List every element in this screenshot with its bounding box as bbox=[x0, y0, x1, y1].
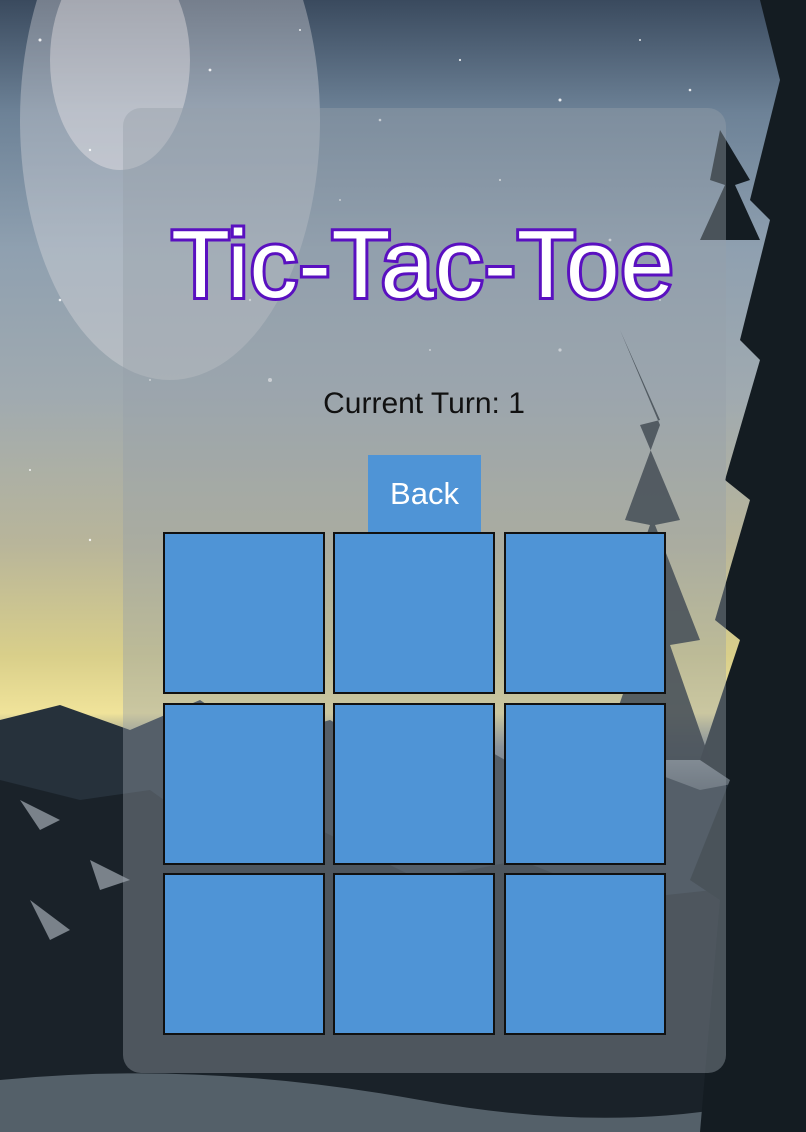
board-cell-3[interactable] bbox=[504, 532, 666, 694]
board-cell-2[interactable] bbox=[333, 532, 495, 694]
board-cell-8[interactable] bbox=[333, 873, 495, 1035]
board-cell-1[interactable] bbox=[163, 532, 325, 694]
page-title: Tic-Tac-Toe bbox=[168, 208, 677, 321]
board-cell-4[interactable] bbox=[163, 703, 325, 865]
current-turn-status: Current Turn: 1 bbox=[0, 386, 806, 422]
back-button[interactable]: Back bbox=[368, 455, 481, 532]
board-cell-7[interactable] bbox=[163, 873, 325, 1035]
board-cell-6[interactable] bbox=[504, 703, 666, 865]
game-board bbox=[163, 532, 669, 1038]
board-cell-9[interactable] bbox=[504, 873, 666, 1035]
board-cell-5[interactable] bbox=[333, 703, 495, 865]
current-turn-value: 1 bbox=[508, 387, 525, 420]
current-turn-label: Current Turn: bbox=[323, 387, 500, 420]
